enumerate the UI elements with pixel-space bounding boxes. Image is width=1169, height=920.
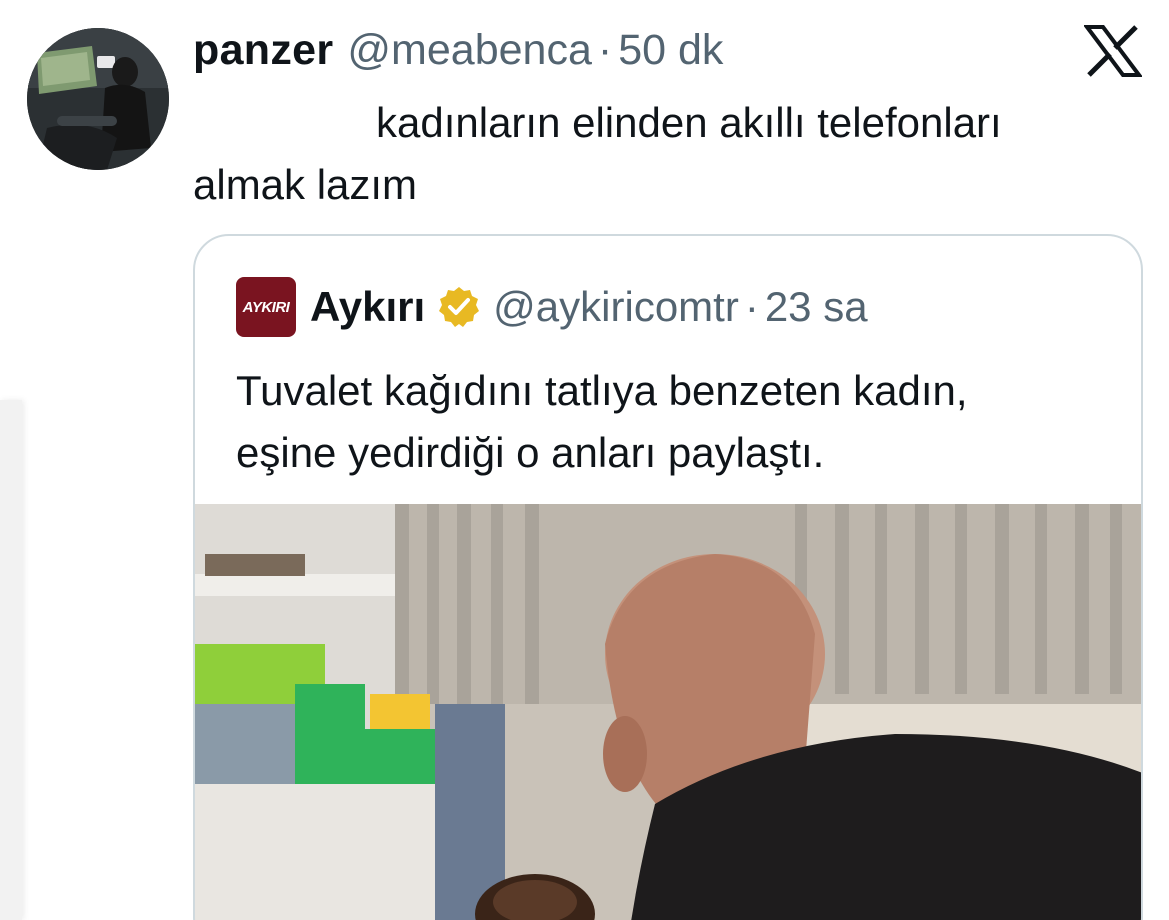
tweet-text-line: almak lazım [193, 161, 418, 208]
quoted-author-handle[interactable]: @aykiricomtr [493, 283, 739, 331]
quoted-tweet-header: AYKIRI Aykırı @aykiricomtr · 23 sa [236, 276, 868, 338]
video-thumbnail [195, 504, 1141, 920]
verified-badge-icon [437, 285, 481, 329]
quoted-author-name[interactable]: Aykırı [310, 283, 425, 331]
tweet-text-line: kadınların elinden akıllı telefonları [376, 99, 1002, 146]
separator-dot: · [597, 26, 613, 74]
author-name[interactable]: panzer [193, 26, 333, 75]
background-panel [0, 400, 22, 920]
tweet-header: panzer @meabenca · 50 dk [193, 26, 723, 78]
quoted-logo-text: AYKIRI [242, 298, 290, 316]
tweet-text: kadınların elinden akıllı telefonları al… [193, 92, 1113, 216]
author-handle[interactable]: @meabenca [347, 26, 591, 75]
tweet-time[interactable]: 50 dk [618, 26, 723, 75]
x-logo-icon [1084, 25, 1142, 77]
quoted-tweet-text: Tuvalet kağıdını tatlıya benzeten kadın,… [236, 360, 1116, 484]
quoted-tweet-time[interactable]: 23 sa [765, 283, 868, 331]
quoted-text-line: Tuvalet kağıdını tatlıya benzeten kadın, [236, 367, 968, 414]
separator-dot: · [744, 283, 759, 330]
quoted-tweet-card[interactable]: AYKIRI Aykırı @aykiricomtr · 23 sa Tuval… [193, 234, 1143, 920]
quoted-media-video[interactable] [195, 504, 1141, 920]
quoted-text-line: eşine yedirdiği o anları paylaştı. [236, 429, 825, 476]
avatar[interactable] [27, 28, 169, 170]
quoted-avatar[interactable]: AYKIRI [236, 277, 296, 337]
avatar-image [27, 28, 169, 170]
